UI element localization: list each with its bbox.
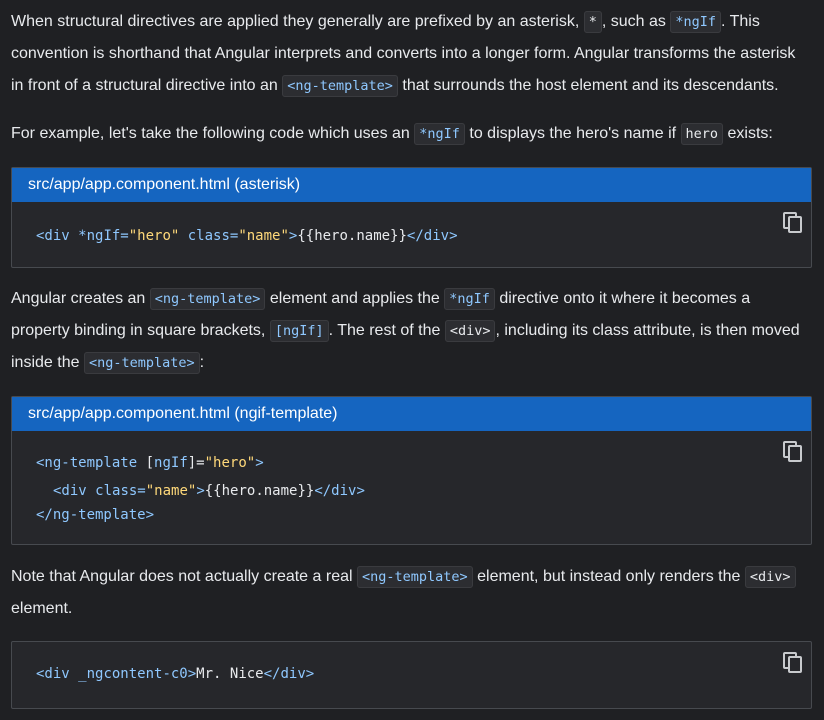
mid-paragraph: Angular creates an <ng-template> element… bbox=[11, 283, 811, 379]
text: element. bbox=[11, 600, 73, 617]
inline-code-ngif-binding: [ngIf] bbox=[269, 320, 329, 342]
code-line: </ng-template> bbox=[36, 507, 154, 523]
code-block-rendered: <div _ngcontent-c0>Mr. Nice</div> bbox=[11, 641, 812, 709]
code-token: "name" bbox=[238, 228, 289, 244]
code-block-ngif-template: src/app/app.component.html (ngif-templat… bbox=[11, 396, 812, 545]
text: . The rest of the bbox=[328, 322, 441, 339]
text: that surrounds the host element and its … bbox=[402, 77, 779, 94]
code-line: <div _ngcontent-c0>Mr. Nice</div> bbox=[36, 666, 314, 682]
code-token: </div> bbox=[314, 483, 365, 499]
code-line: <div class="name">{{hero.name}}</div> bbox=[53, 483, 365, 499]
inline-code-ng-template: <ng-template> bbox=[83, 352, 200, 374]
code-token: </div> bbox=[406, 228, 458, 244]
inline-code-ngif: *ngIf bbox=[670, 11, 721, 33]
inline-code-ngif: *ngIf bbox=[414, 123, 465, 145]
code-token: > bbox=[187, 666, 197, 682]
intro-paragraph-1: When structural directives are applied t… bbox=[11, 6, 811, 102]
text: element and applies the bbox=[269, 290, 440, 307]
code-token: > bbox=[255, 455, 264, 471]
inline-code-ngif: *ngIf bbox=[444, 288, 495, 310]
code-token: *ngIf= bbox=[78, 228, 129, 244]
copy-icon[interactable] bbox=[783, 441, 803, 463]
code-block-title: src/app/app.component.html (ngif-templat… bbox=[12, 397, 811, 431]
inline-code-asterisk: * bbox=[583, 11, 602, 33]
code-token: > bbox=[196, 483, 205, 499]
code-token: </ng-template> bbox=[36, 507, 155, 523]
text: , such as bbox=[601, 13, 666, 30]
code-token: Mr. Nice bbox=[196, 666, 264, 682]
code-token: <div bbox=[36, 666, 70, 682]
code-token: {{hero.name}} bbox=[297, 228, 407, 244]
text: element, but instead only renders the bbox=[477, 568, 741, 585]
end-paragraph: Note that Angular does not actually crea… bbox=[11, 561, 811, 625]
code-token: <ng-template bbox=[36, 455, 138, 471]
code-token: ngIf bbox=[154, 455, 188, 471]
code-token: [ bbox=[145, 455, 155, 471]
code-token: "name" bbox=[145, 483, 197, 499]
copy-icon[interactable] bbox=[783, 212, 803, 234]
code-token: "hero" bbox=[204, 455, 256, 471]
inline-code-ng-template: <ng-template> bbox=[149, 288, 266, 310]
code-token: ]= bbox=[187, 455, 205, 471]
text: to displays the hero's name if bbox=[469, 125, 677, 142]
code-token: {{hero.name}} bbox=[204, 483, 315, 499]
code-token: <div bbox=[36, 228, 70, 244]
text: For example, let's take the following co… bbox=[11, 125, 410, 142]
code-token: </div> bbox=[263, 666, 315, 682]
text: Angular creates an bbox=[11, 290, 146, 307]
code-block-asterisk: src/app/app.component.html (asterisk) <d… bbox=[11, 167, 812, 268]
text: exists: bbox=[727, 125, 773, 142]
code-token: class= bbox=[187, 228, 239, 244]
code-line: <ng-template [ngIf]="hero"> bbox=[36, 455, 264, 471]
inline-code-ng-template: <ng-template> bbox=[282, 75, 398, 97]
code-token: <div bbox=[53, 483, 87, 499]
inline-code-hero: hero bbox=[680, 123, 724, 145]
code-token: _ngcontent-c0 bbox=[78, 666, 188, 682]
code-token: class= bbox=[95, 483, 146, 499]
code-block-title: src/app/app.component.html (asterisk) bbox=[12, 168, 811, 202]
text: Note that Angular does not actually crea… bbox=[11, 568, 353, 585]
code-token: "hero" bbox=[128, 228, 180, 244]
copy-icon[interactable] bbox=[783, 652, 803, 674]
inline-code-ng-template: <ng-template> bbox=[357, 566, 473, 588]
inline-code-div: <div> bbox=[444, 320, 496, 342]
code-line: <div *ngIf="hero" class="name">{{hero.na… bbox=[36, 228, 458, 244]
intro-paragraph-2: For example, let's take the following co… bbox=[11, 118, 811, 150]
text: : bbox=[199, 354, 205, 371]
inline-code-div: <div> bbox=[744, 566, 796, 588]
text: When structural directives are applied t… bbox=[11, 13, 580, 30]
